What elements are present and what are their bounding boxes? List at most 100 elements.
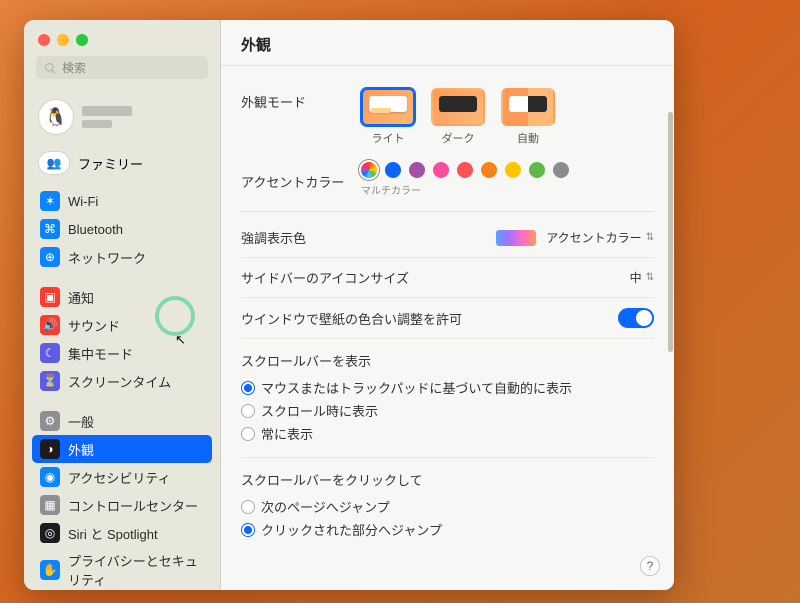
sidebar-item-label: Siri と Spotlight — [68, 524, 158, 543]
sidebar: 検索 🐧 👥 ファミリー ✶ Wi-Fi ⌘Bluetooth ⊕ ネットワーク ▣通知 🔊… — [24, 20, 221, 590]
highlight-dropdown[interactable]: アクセントカラー ⇅ — [496, 229, 654, 246]
sidebar-item[interactable]: ▦ コントロールセンター — [32, 491, 212, 519]
apple-id-row[interactable]: 🐧 — [24, 89, 220, 145]
sidebar-icon-size-row[interactable]: サイドバーのアイコンサイズ 中 ⇅ — [241, 258, 654, 298]
sidebar-size-label: サイドバーのアイコンサイズ — [241, 268, 409, 287]
appearance-mode-option[interactable]: 自動 — [501, 88, 555, 146]
sidebar-item[interactable]: ✶ Wi-Fi — [32, 187, 212, 215]
sidebar-item[interactable]: ⌘Bluetooth — [32, 215, 212, 243]
sidebar-item-icon: 🔊 — [40, 315, 60, 335]
radio-icon — [241, 404, 255, 418]
chevron-updown-icon: ⇅ — [646, 272, 654, 283]
sidebar-item-label: Wi-Fi — [68, 194, 98, 209]
sidebar-scrollbar[interactable] — [668, 112, 673, 352]
scrollbar-click-option[interactable]: クリックされた部分へジャンプ — [241, 518, 654, 541]
sidebar-item-icon: ▦ — [40, 495, 60, 515]
appearance-mode-option[interactable]: ダーク — [431, 88, 485, 146]
mode-thumbnail — [431, 88, 485, 126]
scrollbar-click-section: スクロールバーをクリックして 次のページへジャンプクリックされた部分へジャンプ — [241, 458, 654, 553]
sidebar-size-dropdown[interactable]: 中 ⇅ — [630, 269, 654, 286]
sidebar-item-icon: ◑ — [40, 439, 60, 459]
scrollbar-click-option[interactable]: 次のページへジャンプ — [241, 495, 654, 518]
sidebar-item[interactable]: ⚙ 一般 — [32, 407, 212, 435]
close-button[interactable] — [38, 34, 50, 46]
scrollbar-show-option[interactable]: スクロール時に表示 — [241, 399, 654, 422]
minimize-button[interactable] — [57, 34, 69, 46]
scrollbar-show-section: スクロールバーを表示 マウスまたはトラックパッドに基づいて自動的に表示スクロール… — [241, 339, 654, 458]
search-field[interactable]: 検索 — [36, 56, 208, 79]
accent-label: アクセントカラー — [241, 168, 361, 191]
settings-window: 検索 🐧 👥 ファミリー ✶ Wi-Fi ⌘Bluetooth ⊕ ネットワーク ▣通知 🔊… — [24, 20, 674, 590]
radio-label: クリックされた部分へジャンプ — [261, 520, 442, 539]
accent-caption: マルチカラー — [361, 182, 654, 197]
scrollbar-show-option[interactable]: 常に表示 — [241, 422, 654, 445]
highlight-label: 強調表示色 — [241, 228, 306, 247]
sidebar-item[interactable]: ▣通知 — [32, 283, 212, 311]
accent-color-swatch[interactable] — [361, 162, 377, 178]
family-avatar-icon: 👥 — [38, 151, 70, 175]
mode-label-text: ライト — [361, 130, 415, 146]
mode-label-text: ダーク — [431, 130, 485, 146]
wallpaper-tint-row: ウインドウで壁紙の色合い調整を許可 — [241, 298, 654, 339]
sidebar-item-icon: ⊕ — [40, 247, 60, 267]
wallpaper-tint-toggle[interactable] — [618, 308, 654, 328]
accent-color-swatch[interactable] — [385, 162, 401, 178]
scrollbar-click-label: スクロールバーをクリックして — [241, 470, 654, 489]
avatar: 🐧 — [38, 99, 74, 135]
accent-color-swatch[interactable] — [409, 162, 425, 178]
appearance-mode-option[interactable]: ライト — [361, 88, 415, 146]
sidebar-item[interactable]: ⊕ ネットワーク — [32, 243, 212, 271]
appearance-mode-row: 外観モード ライトダーク自動 — [241, 80, 654, 154]
cursor-pointer-icon: ↖ — [175, 332, 186, 348]
sidebar-item-icon: ◎ — [40, 523, 60, 543]
search-icon — [44, 62, 56, 74]
sidebar-item[interactable]: ✋ プライバシーとセキュリティ — [32, 547, 212, 590]
sidebar-item[interactable]: ◉アクセシビリティ — [32, 463, 212, 491]
sidebar-item[interactable]: ◎ Siri と Spotlight — [32, 519, 212, 547]
accent-color-swatch[interactable] — [505, 162, 521, 178]
sidebar-item-icon: ⏳ — [40, 371, 60, 391]
scrollbar-show-option[interactable]: マウスまたはトラックパッドに基づいて自動的に表示 — [241, 376, 654, 399]
user-sub-redacted — [82, 120, 112, 128]
sidebar-nav: ✶ Wi-Fi ⌘Bluetooth ⊕ ネットワーク ▣通知 🔊 サウンド ☾ 集中モード ⏳ スク… — [24, 185, 220, 590]
sidebar-item-icon: ✋ — [40, 560, 60, 580]
divider — [241, 211, 654, 212]
zoom-button[interactable] — [76, 34, 88, 46]
sidebar-item-label: コントロールセンター — [68, 496, 198, 515]
content-header: 外観 — [221, 20, 674, 66]
accent-color-swatch[interactable] — [553, 162, 569, 178]
radio-label: 常に表示 — [261, 424, 313, 443]
mode-label-text: 自動 — [501, 130, 555, 146]
radio-label: マウスまたはトラックパッドに基づいて自動的に表示 — [261, 378, 572, 397]
accent-color-swatch[interactable] — [481, 162, 497, 178]
sidebar-item-label: サウンド — [68, 316, 120, 335]
highlight-color-row[interactable]: 強調表示色 アクセントカラー ⇅ — [241, 218, 654, 258]
user-name-redacted — [82, 106, 132, 116]
sidebar-item-label: 一般 — [68, 412, 94, 431]
family-row[interactable]: 👥 ファミリー — [24, 145, 220, 185]
accent-color-row: アクセントカラー マルチカラー — [241, 154, 654, 205]
sidebar-item[interactable]: ◑外観 — [32, 435, 212, 463]
search-placeholder: 検索 — [62, 59, 86, 76]
accent-color-swatch[interactable] — [457, 162, 473, 178]
page-title: 外観 — [241, 34, 654, 55]
help-button[interactable]: ? — [640, 556, 660, 576]
sidebar-item-label: ネットワーク — [68, 248, 146, 267]
main-content: 外観 外観モード ライトダーク自動 アクセントカラー マルチカラー 強調表示色 — [221, 20, 674, 590]
accent-color-swatch[interactable] — [433, 162, 449, 178]
sidebar-item-label: プライバシーとセキュリティ — [68, 551, 204, 589]
sidebar-item-icon: ⚙ — [40, 411, 60, 431]
mode-thumbnail — [501, 88, 555, 126]
radio-icon — [241, 500, 255, 514]
sidebar-item-icon: ☾ — [40, 343, 60, 363]
wallpaper-tint-label: ウインドウで壁紙の色合い調整を許可 — [241, 309, 462, 328]
sidebar-item-label: 通知 — [68, 288, 94, 307]
accent-color-swatch[interactable] — [529, 162, 545, 178]
sidebar-item-label: スクリーンタイム — [68, 372, 171, 391]
sidebar-item-label: 集中モード — [68, 344, 133, 363]
traffic-lights — [24, 20, 220, 56]
radio-icon — [241, 427, 255, 441]
sidebar-item-icon: ✶ — [40, 191, 60, 211]
sidebar-item[interactable]: ⏳ スクリーンタイム — [32, 367, 212, 395]
mode-label: 外観モード — [241, 88, 361, 111]
